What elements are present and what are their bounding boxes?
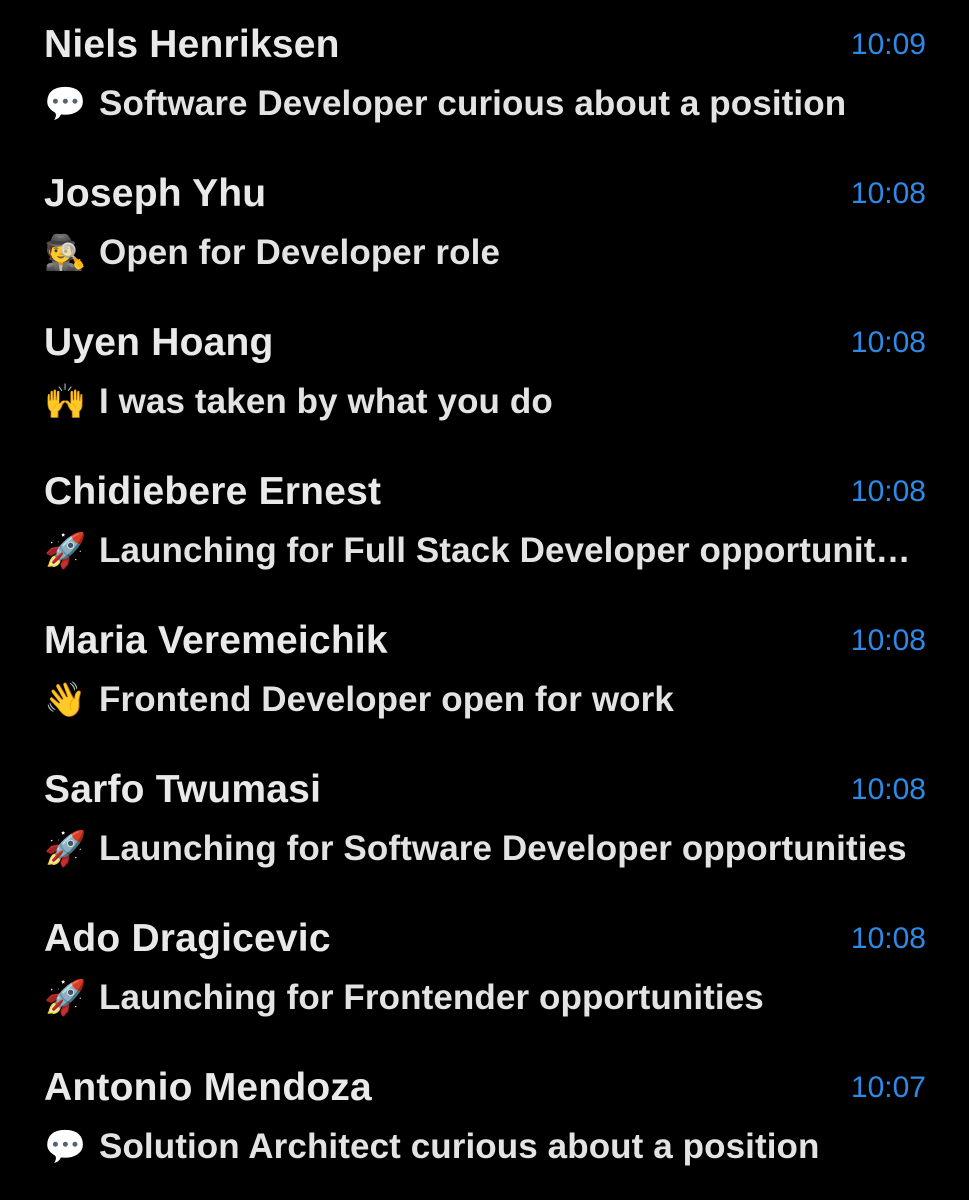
message-preview-text: Software Developer curious about a posit…	[99, 84, 847, 123]
message-preview: 🙌 I was taken by what you do	[44, 378, 918, 426]
message-time: 10:08	[850, 177, 926, 210]
conversation-item[interactable]: Sarfo Twumasi 10:08 🚀 Launching for Soft…	[0, 745, 969, 894]
message-preview: 🚀 Launching for Frontender opportunities	[44, 974, 918, 1022]
conversation-item[interactable]: Joseph Yhu 10:08 🕵 Open for Developer ro…	[0, 149, 969, 298]
message-time: 10:08	[850, 475, 926, 508]
conversation-item[interactable]: Niels Henriksen 10:09 💬 Software Develop…	[0, 0, 969, 149]
message-preview-text: Frontend Developer open for work	[99, 680, 674, 719]
conversation-list: Niels Henriksen 10:09 💬 Software Develop…	[0, 0, 969, 1200]
message-time: 10:08	[850, 326, 926, 359]
message-preview: 💬 Solution Architect curious about a pos…	[44, 1123, 918, 1171]
conversation-item[interactable]: Ado Dragicevic 10:08 🚀 Launching for Fro…	[0, 894, 969, 1043]
conversation-item[interactable]: Maria Veremeichik 10:08 👋 Frontend Devel…	[0, 596, 969, 745]
message-preview-text: Solution Architect curious about a posit…	[99, 1127, 820, 1166]
raising-hands-icon: 🙌	[44, 382, 87, 422]
message-preview-text: Launching for Full Stack Developer oppor…	[99, 531, 918, 570]
waving-hand-icon: 👋	[44, 680, 87, 720]
rocket-icon: 🚀	[44, 829, 87, 869]
contact-name: Uyen Hoang	[44, 321, 274, 364]
message-time: 10:08	[850, 922, 926, 955]
message-preview: 🕵 Open for Developer role	[44, 229, 918, 277]
detective-icon: 🕵	[44, 233, 87, 273]
contact-name: Joseph Yhu	[44, 172, 267, 215]
message-time: 10:08	[850, 624, 926, 657]
contact-name: Antonio Mendoza	[44, 1066, 372, 1109]
rocket-icon: 🚀	[44, 978, 87, 1018]
conversation-item[interactable]: Chidiebere Ernest 10:08 🚀 Launching for …	[0, 447, 969, 596]
conversation-item[interactable]: Antonio Mendoza 10:07 💬 Solution Archite…	[0, 1043, 969, 1192]
message-preview: 💬 Software Developer curious about a pos…	[44, 80, 918, 128]
message-time: 10:07	[850, 1071, 926, 1104]
message-preview-text: Open for Developer role	[99, 233, 501, 272]
message-preview-text: Launching for Software Developer opportu…	[99, 829, 907, 868]
conversation-item[interactable]: Uyen Hoang 10:08 🙌 I was taken by what y…	[0, 298, 969, 447]
message-preview-text: Launching for Frontender opportunities	[99, 978, 764, 1017]
message-preview: 🚀 Launching for Software Developer oppor…	[44, 825, 918, 873]
contact-name: Sarfo Twumasi	[44, 768, 322, 811]
speech-bubble-icon: 💬	[44, 1127, 87, 1167]
message-preview-text: I was taken by what you do	[99, 382, 553, 421]
contact-name: Niels Henriksen	[44, 23, 340, 66]
contact-name: Maria Veremeichik	[44, 619, 388, 662]
message-preview: 🚀 Launching for Full Stack Developer opp…	[44, 527, 918, 575]
contact-name: Ado Dragicevic	[44, 917, 331, 960]
speech-bubble-icon: 💬	[44, 84, 87, 124]
message-time: 10:09	[850, 28, 926, 61]
message-preview: 👋 Frontend Developer open for work	[44, 676, 918, 724]
contact-name: Chidiebere Ernest	[44, 470, 382, 513]
rocket-icon: 🚀	[44, 531, 87, 571]
message-time: 10:08	[850, 773, 926, 806]
